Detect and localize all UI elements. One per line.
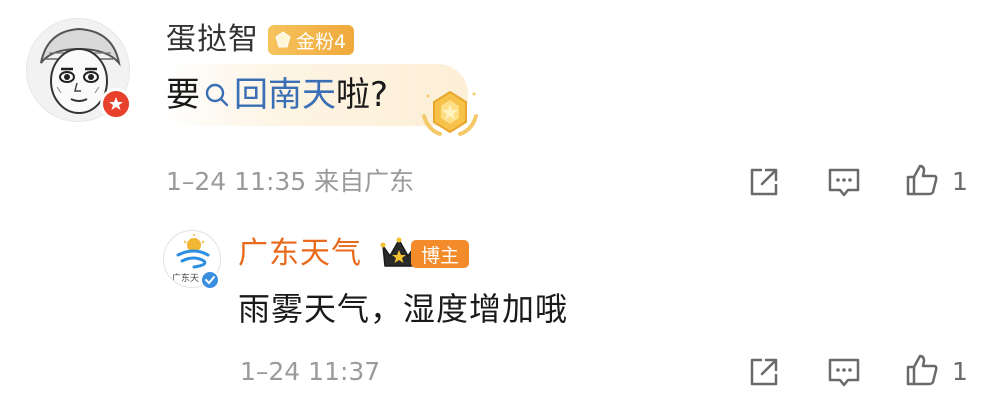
gem-icon [275, 31, 291, 48]
reply-text: 雨雾天气，湿度增加哦 [238, 290, 569, 328]
reply-username[interactable]: 广东天气 [238, 234, 362, 274]
comment-like-count: 1 [952, 167, 968, 196]
blogger-badge: 博主 [411, 240, 470, 268]
comment-icon[interactable] [826, 354, 862, 390]
reply-avatar-text: 广东天 [172, 274, 200, 284]
topic-link[interactable]: 回南天 [200, 72, 336, 118]
comment-username[interactable]: 蛋挞智 [166, 20, 259, 60]
topic-link-label: 回南天 [234, 75, 336, 115]
verified-icon [200, 270, 220, 290]
comment-text-prefix: 要 [166, 75, 200, 115]
thumbs-up-icon[interactable] [904, 162, 940, 198]
comment-meta: 1–24 11:35 来自广东 [166, 167, 415, 196]
thumbs-up-icon[interactable] [904, 352, 940, 388]
fan-level-badge[interactable]: 金粉4 [268, 25, 355, 55]
avatar-badge-icon [100, 88, 132, 120]
search-icon [205, 83, 229, 107]
fan-badge-label: 金粉4 [296, 30, 347, 53]
medal-icon [422, 90, 478, 136]
share-icon[interactable] [746, 164, 782, 200]
comment-text-suffix: 啦? [336, 75, 389, 115]
comment-icon[interactable] [826, 164, 862, 200]
reply-meta: 1–24 11:37 [240, 357, 381, 386]
reply-like-count: 1 [952, 357, 968, 386]
share-icon[interactable] [746, 354, 782, 390]
comment-text: 要 回南天 啦? [166, 72, 388, 118]
